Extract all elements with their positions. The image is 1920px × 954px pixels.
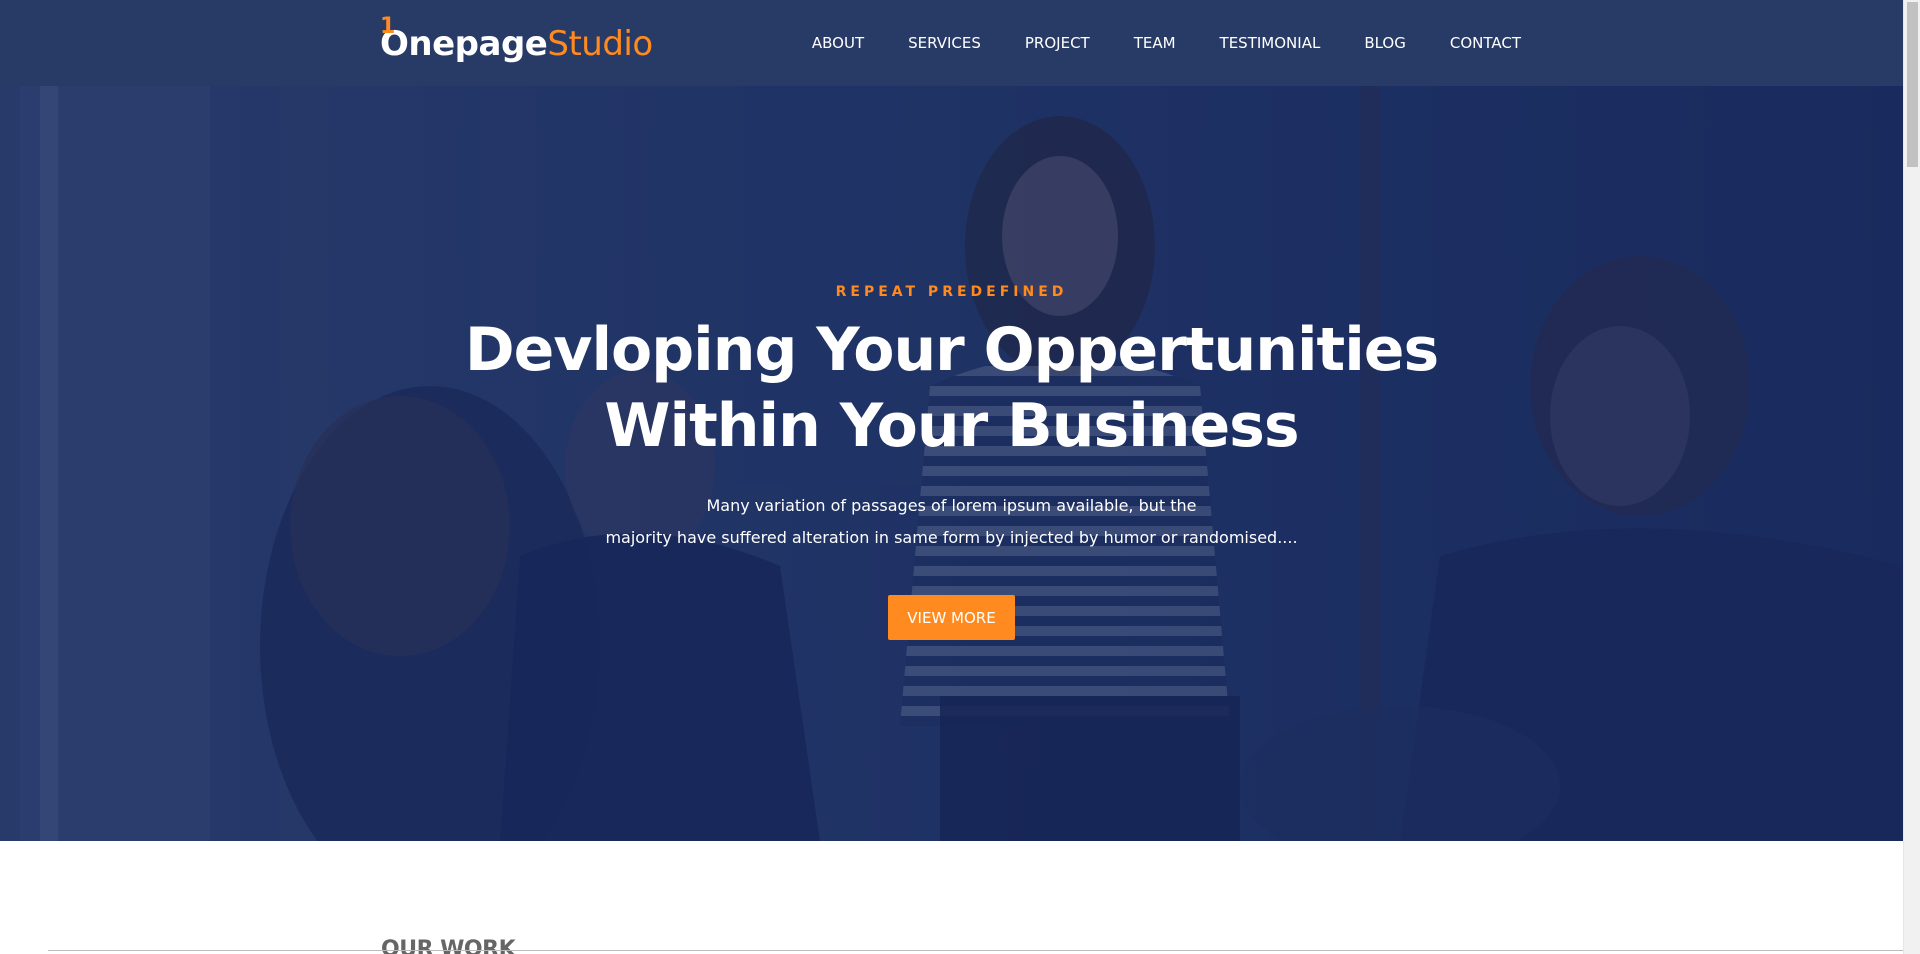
page-scrollbar[interactable] [1903, 0, 1920, 954]
nav-item-blog[interactable]: BLOG [1342, 34, 1428, 52]
hero-section: REPEAT PREDEFINED Devloping Your Oppertu… [0, 86, 1903, 841]
view-more-button[interactable]: VIEW MORE [888, 595, 1015, 640]
main-nav: ABOUT SERVICES PROJECT TEAM TESTIMONIAL … [790, 0, 1521, 86]
hero-headline: Devloping Your Oppertunities Within Your… [0, 312, 1903, 464]
nav-item-testimonial[interactable]: TESTIMONIAL [1198, 34, 1343, 52]
bottom-divider [48, 950, 1903, 951]
hero-eyebrow: REPEAT PREDEFINED [835, 284, 1068, 300]
nav-item-about[interactable]: ABOUT [790, 34, 886, 52]
hero-subtext-line2: majority have suffered alteration in sam… [605, 528, 1298, 547]
nav-item-contact[interactable]: CONTACT [1428, 34, 1521, 52]
nav-item-services[interactable]: SERVICES [886, 34, 1003, 52]
logo-mark-digit: 1 [380, 14, 395, 39]
scrollbar-thumb[interactable] [1907, 2, 1918, 167]
logo-name-part2: Studio [547, 24, 653, 64]
nav-item-team[interactable]: TEAM [1112, 34, 1198, 52]
our-work-heading: OUR WORK [381, 937, 516, 954]
hero-subtext: Many variation of passages of lorem ipsu… [0, 490, 1903, 554]
logo-name-part1: nepage [408, 24, 548, 64]
hero-subtext-line1: Many variation of passages of lorem ipsu… [706, 496, 1197, 515]
logo-mark: 1 O [380, 14, 409, 64]
nav-item-project[interactable]: PROJECT [1003, 34, 1112, 52]
brand-logo[interactable]: 1 O nepage Studio [380, 14, 653, 64]
navbar: 1 O nepage Studio ABOUT SERVICES PROJECT… [0, 0, 1903, 86]
page: 1 O nepage Studio ABOUT SERVICES PROJECT… [0, 0, 1903, 954]
hero-headline-line1: Devloping Your Oppertunities [464, 315, 1439, 385]
hero-headline-line2: Within Your Business [604, 391, 1299, 461]
